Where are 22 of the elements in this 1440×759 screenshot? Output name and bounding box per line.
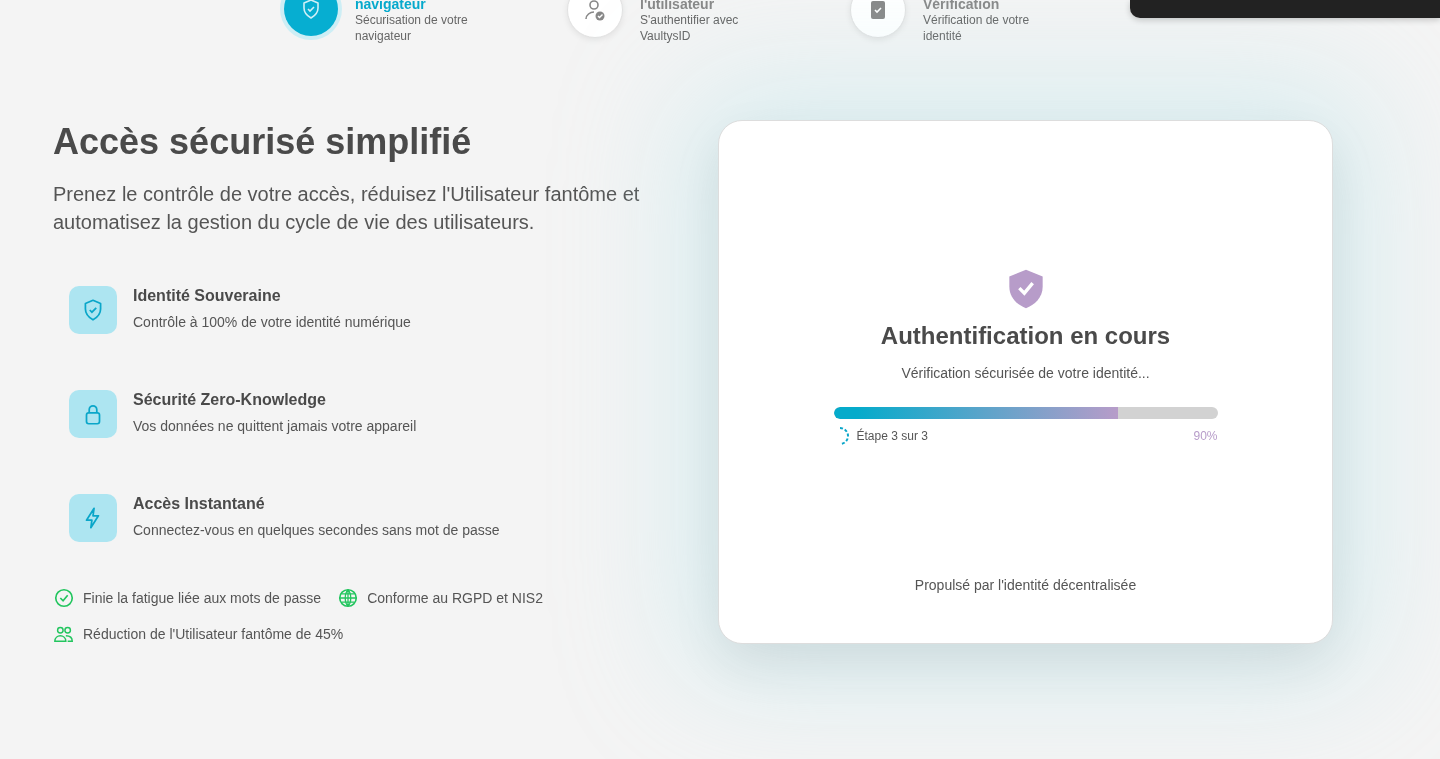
spinner-icon xyxy=(838,427,849,445)
step-subtitle: S'authentifier avec VaultysID xyxy=(640,12,740,44)
benefit-text: Réduction de l'Utilisateur fantôme de 45% xyxy=(83,626,344,642)
check-circle-icon xyxy=(53,587,75,609)
step-subtitle: Sécurisation de votre navigateur xyxy=(355,12,469,44)
feature-title: Accès Instantané xyxy=(133,494,266,514)
hero-title: Accès sécurisé simplifié xyxy=(53,120,473,164)
benefit-text: Finie la fatigue liée aux mots de passe xyxy=(83,590,322,606)
auth-footer: Propulsé par l'identité décentralisée xyxy=(914,577,1137,593)
feature-title: Sécurité Zero-Knowledge xyxy=(133,390,327,410)
feature-description: Connectez-vous en quelques secondes sans mot de passe xyxy=(133,521,500,539)
step-counter: Étape 3 sur 3 xyxy=(856,429,928,443)
step-subtitle: Vérification de votre identité xyxy=(923,12,1031,44)
hero-description: Prenez le contrôle de votre accès, réduisez l'Utilisateur fantôme et automatisez la gestion du cycle de vie des utilisateurs. xyxy=(53,182,641,235)
progress-percent: 90% xyxy=(1193,429,1218,443)
auth-subtitle: Vérification sécurisée de votre identité... xyxy=(901,365,1150,381)
feature-title: Identité Souveraine xyxy=(133,286,282,306)
globe-icon xyxy=(337,587,360,609)
auth-title: Authentification en cours xyxy=(880,322,1171,350)
benefit-text: Conforme au RGPD et NIS2 xyxy=(367,590,543,606)
feature-description: Vos données ne quittent jamais votre appareil xyxy=(133,417,417,435)
feature-description: Contrôle à 100% de votre identité numérique xyxy=(133,313,411,331)
